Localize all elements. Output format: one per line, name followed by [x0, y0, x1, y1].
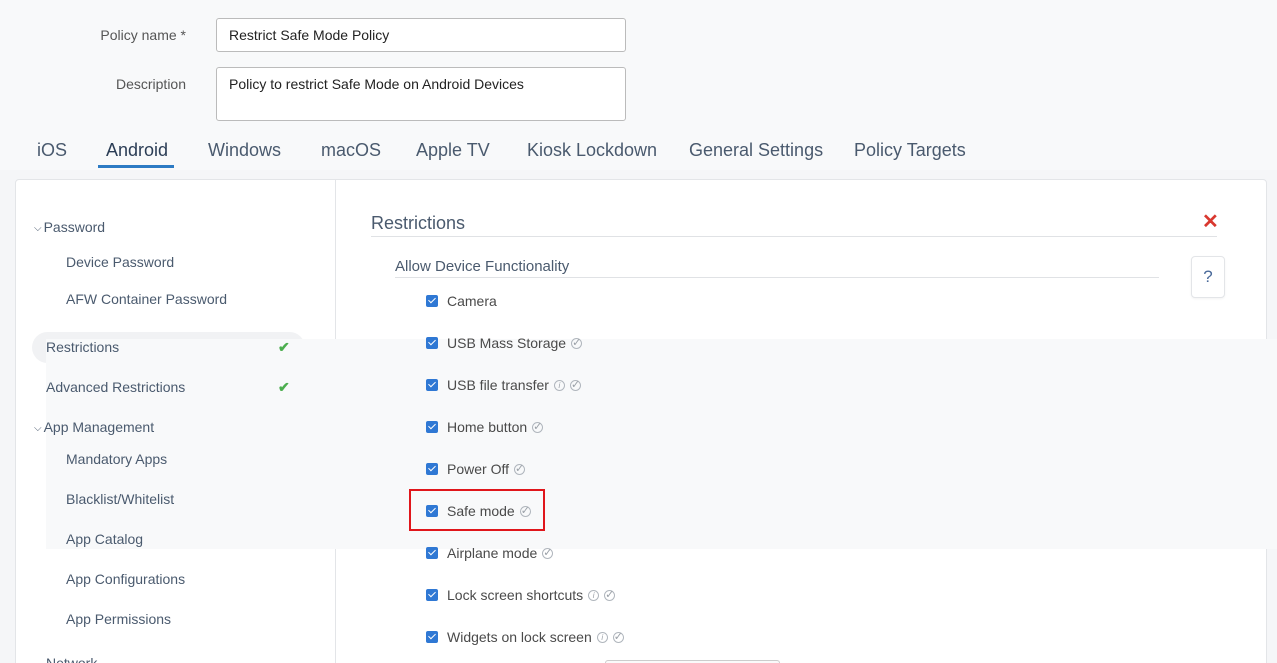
active-tab-indicator	[98, 165, 174, 168]
restriction-label: Airplane mode	[447, 545, 538, 561]
policy-name-label: Policy name *	[100, 27, 186, 43]
section-title: Allow Device Functionality	[395, 258, 570, 275]
sidebar-group-label: Password	[43, 219, 106, 235]
sidebar-group-label: App Management	[43, 419, 155, 435]
restriction-airplane-mode: Airplane mode ✓	[426, 543, 554, 563]
close-icon[interactable]: ✕	[1202, 212, 1219, 232]
restriction-usb-file-transfer: USB file transfer i ✓	[426, 375, 581, 395]
safe-mode-highlight-box	[409, 489, 545, 531]
chevron-down-icon: ⌵	[34, 223, 42, 234]
policy-panel: ⌵ Password Device Password AFW Container …	[15, 179, 1277, 663]
restriction-power-off: Power Off ✓	[426, 459, 525, 479]
airplane-mode-checkbox[interactable]	[426, 547, 438, 559]
home-button-checkbox[interactable]	[426, 421, 438, 433]
usb-mass-storage-checkbox[interactable]	[426, 337, 438, 349]
tab-apple-tv[interactable]: Apple TV	[416, 140, 490, 161]
sidebar: ⌵ Password Device Password AFW Container …	[16, 180, 1277, 663]
divider	[371, 236, 1217, 237]
description-label: Description	[115, 76, 186, 92]
verified-icon: ✓	[532, 420, 544, 433]
restriction-label: USB Mass Storage	[447, 335, 567, 351]
restriction-widgets-on-lock-screen: Widgets on lock screen i ✓	[426, 627, 624, 647]
help-icon[interactable]: ?	[1191, 256, 1225, 298]
tab-windows[interactable]: Windows	[208, 140, 281, 161]
usb-file-transfer-checkbox[interactable]	[426, 379, 438, 391]
divider	[395, 277, 1159, 278]
description-input[interactable]: Policy to restrict Safe Mode on Android …	[216, 67, 626, 121]
tab-general-settings[interactable]: General Settings	[689, 140, 823, 161]
checkmark-icon: ✔	[278, 339, 290, 355]
platform-tabs: iOS Android Windows macOS Apple TV Kiosk…	[0, 138, 1277, 170]
verified-icon: ✓	[571, 336, 583, 349]
tab-kiosk-lockdown[interactable]: Kiosk Lockdown	[527, 140, 657, 161]
restriction-label: USB file transfer	[447, 377, 549, 393]
page-title: Restrictions	[371, 213, 466, 233]
info-icon[interactable]: i	[596, 631, 608, 643]
sidebar-item-device-password[interactable]: Device Password	[66, 254, 174, 270]
sidebar-item-network[interactable]: Network	[46, 655, 97, 663]
tab-android[interactable]: Android	[106, 140, 168, 161]
policy-name-input[interactable]	[216, 18, 626, 52]
restriction-label: Camera	[447, 293, 497, 309]
restriction-home-button: Home button ✓	[426, 417, 544, 437]
verified-icon: ✓	[569, 378, 581, 391]
restrictions-content: Restrictions ✕ Allow Device Functionalit…	[336, 180, 1268, 663]
camera-checkbox[interactable]	[426, 295, 438, 307]
sidebar-item-app-configurations[interactable]: App Configurations	[66, 571, 185, 587]
tab-policy-targets[interactable]: Policy Targets	[854, 140, 966, 161]
tab-ios[interactable]: iOS	[37, 140, 67, 161]
verified-icon: ✓	[514, 462, 525, 475]
verified-icon: ✓	[604, 588, 616, 601]
sidebar-group-app-management[interactable]: ⌵ App Management	[34, 419, 154, 435]
verified-icon: ✓	[612, 630, 624, 643]
restriction-lock-screen-shortcuts: Lock screen shortcuts i ✓	[426, 585, 616, 605]
sidebar-item-app-catalog[interactable]: App Catalog	[66, 531, 143, 547]
restriction-label: Power Off	[447, 461, 509, 477]
restriction-label: Widgets on lock screen	[447, 629, 592, 645]
info-icon[interactable]: i	[553, 379, 565, 391]
restriction-camera: Camera	[426, 291, 497, 311]
sidebar-item-afw-container-password[interactable]: AFW Container Password	[66, 291, 227, 307]
verified-icon: ✓	[542, 546, 554, 559]
restriction-label: Home button	[447, 419, 528, 435]
sidebar-item-mandatory-apps[interactable]: Mandatory Apps	[66, 451, 167, 467]
lock-screen-shortcuts-checkbox[interactable]	[426, 589, 438, 601]
restriction-usb-mass-storage: USB Mass Storage ✓	[426, 333, 583, 353]
power-off-checkbox[interactable]	[426, 463, 438, 475]
restriction-label: Lock screen shortcuts	[447, 587, 584, 603]
policy-header: Policy name * Description Policy to rest…	[0, 0, 1277, 170]
widgets-on-lock-screen-checkbox[interactable]	[426, 631, 438, 643]
sidebar-group-password[interactable]: ⌵ Password	[34, 219, 105, 235]
chevron-down-icon: ⌵	[34, 423, 42, 434]
sidebar-item-app-permissions[interactable]: App Permissions	[66, 611, 171, 627]
tab-macos[interactable]: macOS	[321, 140, 381, 161]
info-icon[interactable]: i	[588, 589, 600, 601]
sidebar-item-blacklist-whitelist[interactable]: Blacklist/Whitelist	[66, 491, 174, 507]
checkmark-icon: ✔	[278, 379, 290, 395]
